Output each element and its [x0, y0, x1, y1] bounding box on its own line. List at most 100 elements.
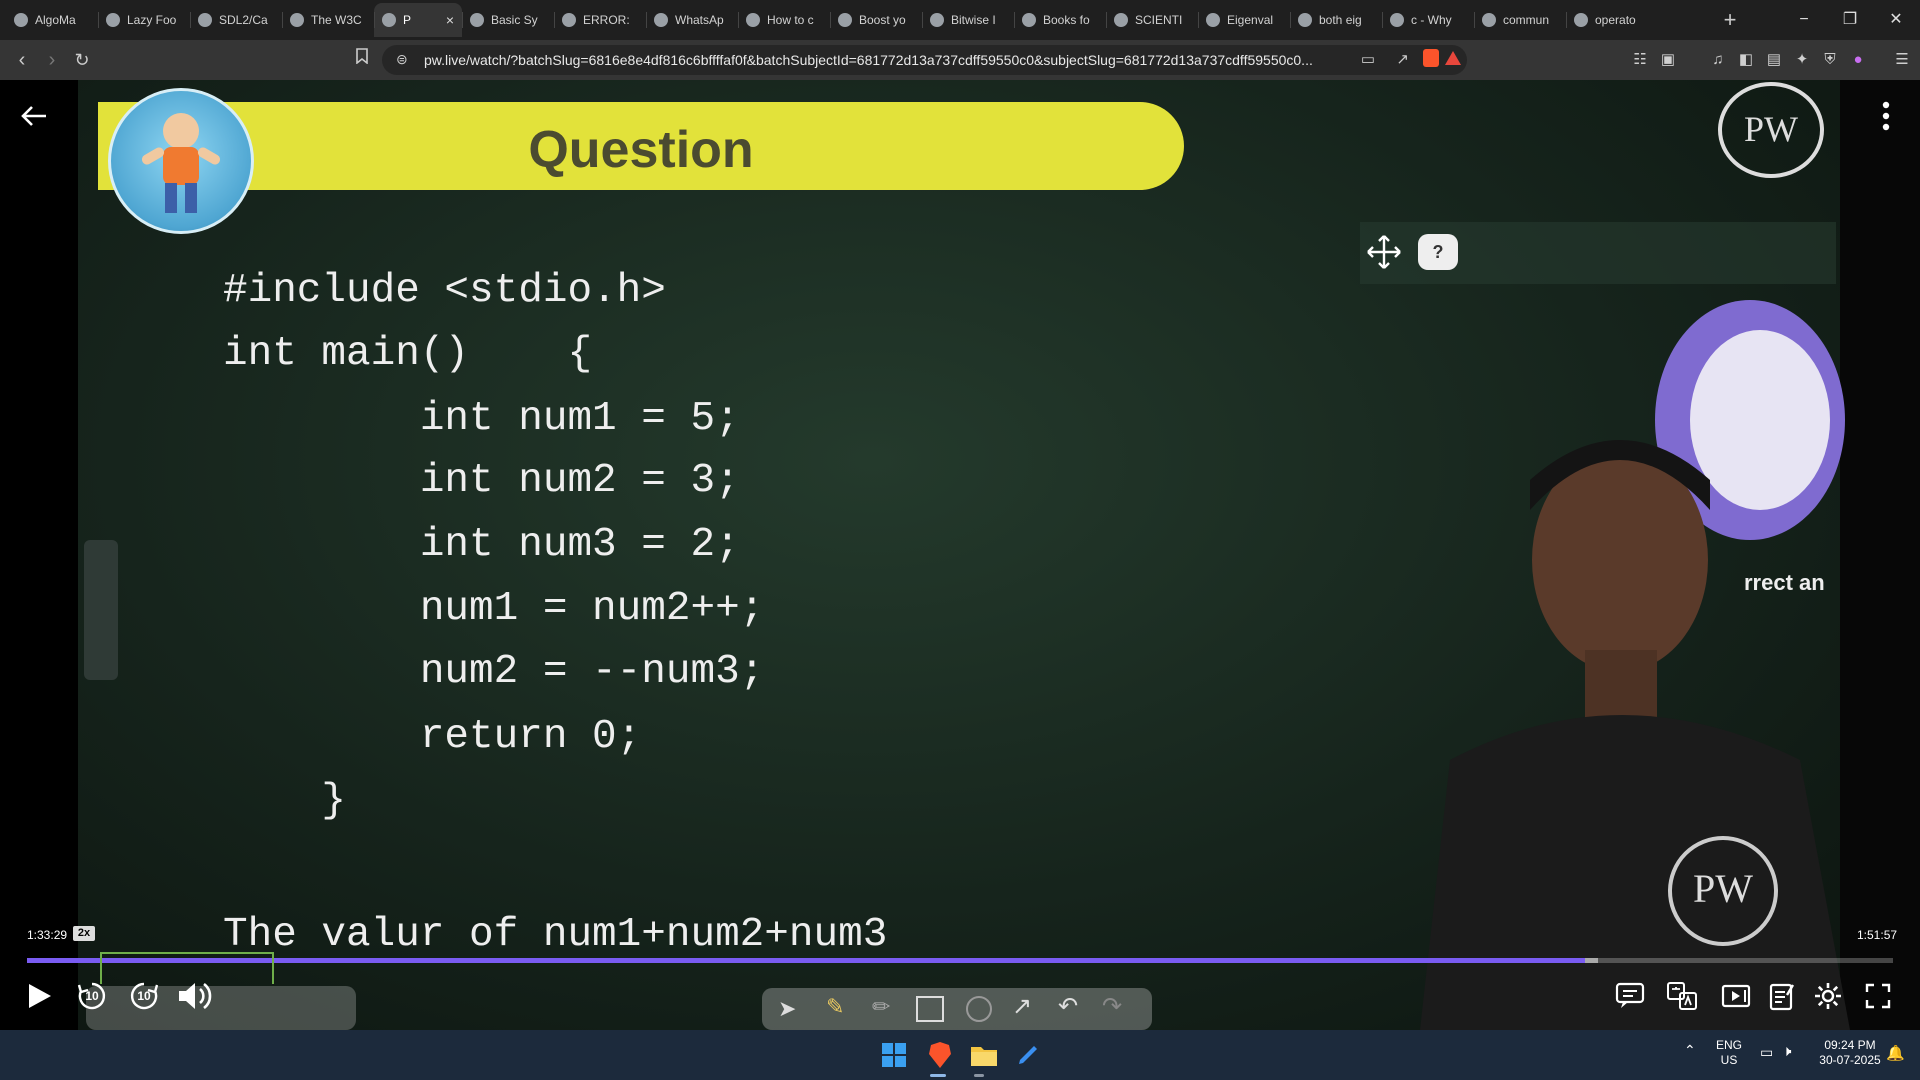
tab-title: SDL2/Ca [219, 13, 268, 27]
browser-tab[interactable]: SCIENTI [1106, 3, 1198, 37]
browser-tab[interactable]: c - Why [1382, 3, 1474, 37]
help-badge[interactable]: ? [1418, 234, 1458, 270]
tab-title: SCIENTI [1135, 13, 1183, 27]
time-elapsed: 1:33:29 [27, 928, 68, 942]
play-button[interactable] [20, 976, 60, 1016]
video-player[interactable]: Question #include <stdio.h> int main() {… [0, 80, 1920, 1030]
media-icon[interactable]: ♫ [1706, 48, 1730, 72]
address-bar[interactable]: ⊜ pw.live/watch/?batchSlug=6816e8e4df816… [382, 45, 1467, 75]
pointer-icon[interactable]: ➤ [778, 996, 796, 1022]
profile-icon[interactable]: ● [1846, 48, 1870, 72]
pw-icon [382, 13, 396, 27]
sdl-icon [198, 13, 212, 27]
vpn-icon[interactable]: ⛨ [1818, 48, 1842, 72]
screenshot-icon[interactable]: ▣ [1656, 48, 1680, 72]
restore-button[interactable]: ❐ [1830, 6, 1870, 34]
menu-icon[interactable]: ☰ [1890, 48, 1914, 72]
code-line-3: int num1 = 5; [223, 396, 740, 442]
close-tab-icon[interactable]: × [446, 12, 454, 28]
browser-tab[interactable]: Bitwise I [922, 3, 1014, 37]
browser-tab[interactable]: ERROR: [554, 3, 646, 37]
translate-icon[interactable] [1662, 976, 1702, 1016]
tab-title: Eigenval [1227, 13, 1274, 27]
site-info-icon[interactable]: ⊜ [396, 51, 408, 68]
settings-gear-icon[interactable] [1808, 976, 1848, 1016]
browser-tab[interactable]: SDL2/Ca [190, 3, 282, 37]
clock-date: 30-07-2025 [1819, 1053, 1881, 1067]
browser-tab[interactable]: Lazy Foo [98, 3, 190, 37]
fullscreen-icon[interactable] [1858, 976, 1898, 1016]
progress-bar[interactable] [27, 958, 1893, 963]
move-icon[interactable] [1364, 232, 1404, 272]
arrow-tool-icon[interactable]: ↗ [1012, 992, 1032, 1021]
tab-title: How to c [767, 13, 814, 27]
network-icon[interactable]: ▭ [1760, 1044, 1773, 1061]
question-banner: Question [98, 102, 1184, 190]
side-panel-handle[interactable] [84, 540, 118, 680]
google-icon [1574, 13, 1588, 27]
browser-tab[interactable]: The W3C [282, 3, 374, 37]
notification-bell-icon[interactable]: 🔔 [1886, 1044, 1905, 1062]
mini-player-icon[interactable] [1716, 976, 1756, 1016]
tab-title: commun [1503, 13, 1550, 27]
close-window-button[interactable]: ✕ [1876, 6, 1916, 34]
browser-tab[interactable]: Eigenval [1198, 3, 1290, 37]
brave-rewards-icon[interactable] [1445, 51, 1461, 65]
rectangle-icon[interactable] [916, 996, 944, 1022]
circle-icon[interactable] [966, 996, 992, 1022]
algomap-icon [14, 13, 28, 27]
stackoverflow-icon [1390, 13, 1404, 27]
notes-icon[interactable] [1762, 976, 1802, 1016]
speaker-icon[interactable]: 🕨 [1782, 1043, 1791, 1060]
cast-icon[interactable]: ▭ [1361, 50, 1375, 68]
bookmark-icon[interactable] [348, 46, 376, 74]
browser-tab[interactable]: WhatsAp [646, 3, 738, 37]
browser-tab[interactable]: How to c [738, 3, 830, 37]
url-text: pw.live/watch/?batchSlug=6816e8e4df816c6… [424, 52, 1313, 68]
sidebar-icon[interactable]: ◧ [1734, 48, 1758, 72]
back-icon[interactable]: ‹ [8, 46, 36, 74]
windows-taskbar: ⌃ ENG US ▭ 🕨 09:24 PM 30-07-2025 🔔 [0, 1030, 1920, 1080]
google-icon [1022, 13, 1036, 27]
redo-icon[interactable]: ↷ [1102, 992, 1122, 1021]
forward-icon[interactable]: › [38, 46, 66, 74]
windows-start-icon[interactable] [878, 1039, 910, 1071]
tab-title: P [403, 13, 412, 27]
ai-assistant-icon[interactable]: ✦ [1790, 48, 1814, 72]
brave-browser-icon[interactable] [924, 1039, 956, 1071]
bitwise-icon [930, 13, 944, 27]
tab-title: operato [1595, 13, 1636, 27]
tab-title: WhatsAp [675, 13, 724, 27]
tray-overflow-icon[interactable]: ⌃ [1684, 1042, 1696, 1059]
pen-icon[interactable]: ✏ [872, 994, 890, 1020]
more-options-icon[interactable] [1876, 100, 1896, 134]
new-tab-button[interactable]: + [1716, 6, 1744, 34]
highlighter-icon[interactable]: ✎ [826, 994, 844, 1020]
lazyfoo-icon [106, 13, 120, 27]
file-explorer-icon[interactable] [968, 1039, 1000, 1071]
browser-tab[interactable]: Basic Sy [462, 3, 554, 37]
google-icon [1298, 13, 1312, 27]
chat-icon[interactable] [1610, 976, 1650, 1016]
reload-icon[interactable]: ↻ [68, 46, 96, 74]
clock[interactable]: 09:24 PM 30-07-2025 [1810, 1038, 1890, 1068]
undo-icon[interactable]: ↶ [1058, 992, 1078, 1021]
editor-app-icon[interactable] [1012, 1039, 1044, 1071]
browser-tab[interactable]: Books fo [1014, 3, 1106, 37]
speed-badge[interactable]: 2x [73, 926, 95, 941]
extensions-icon[interactable]: ☷ [1628, 48, 1652, 72]
browser-tab[interactable]: AlgoMa [6, 3, 98, 37]
wallet-icon[interactable]: ▤ [1762, 48, 1786, 72]
browser-tab[interactable]: Boost yo [830, 3, 922, 37]
exit-player-back-icon[interactable] [18, 100, 50, 132]
brave-shields-icon[interactable] [1423, 49, 1439, 67]
progress-buffer [1585, 958, 1599, 963]
browser-tab[interactable]: operato [1566, 3, 1658, 37]
browser-tab[interactable]: both eig [1290, 3, 1382, 37]
presenter-figure [1420, 440, 1850, 1030]
language-indicator[interactable]: ENG US [1716, 1038, 1742, 1068]
browser-tab[interactable]: P × [374, 3, 462, 37]
minimize-button[interactable]: − [1784, 6, 1824, 34]
browser-tab[interactable]: commun [1474, 3, 1566, 37]
share-icon[interactable]: ↗ [1396, 50, 1409, 68]
